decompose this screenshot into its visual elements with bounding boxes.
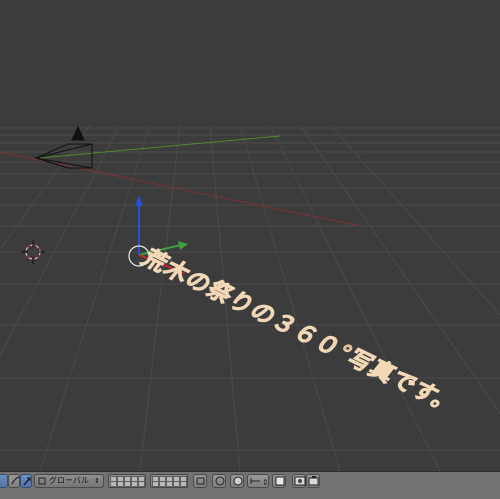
transform-orientation-select[interactable]: グローバル ⇕ <box>34 474 104 488</box>
camera-icon[interactable] <box>306 474 320 488</box>
snap-target-icon[interactable] <box>272 474 286 488</box>
svg-text:⇕: ⇕ <box>262 478 269 487</box>
chevron-updown-icon: ⇕ <box>94 477 100 485</box>
x-axis-line <box>0 151 361 227</box>
select-mode-icon[interactable] <box>8 474 20 488</box>
render-icon[interactable] <box>292 474 306 488</box>
proportional-edit-icon[interactable] <box>212 474 226 488</box>
lock-camera-icon[interactable] <box>193 474 207 488</box>
snap-icon[interactable] <box>230 474 244 488</box>
3d-viewport[interactable]: 荒木の祭りの３６０°写真です。 <box>0 0 500 471</box>
manipulator-icon[interactable] <box>20 474 32 488</box>
layers-second-group[interactable] <box>150 474 188 488</box>
orientation-label: グローバル <box>49 476 89 485</box>
svg-text:荒木の祭りの３６０°写真です。: 荒木の祭りの３６０°写真です。 <box>136 245 464 418</box>
layers-first-group[interactable] <box>108 474 146 488</box>
text-object[interactable]: 荒木の祭りの３６０°写真です。 <box>136 245 465 419</box>
orientation-icon <box>38 477 46 485</box>
view-menu-icon[interactable] <box>0 474 8 488</box>
3d-view-header: グローバル ⇕ ⇕ <box>0 471 500 499</box>
viewport-canvas: 荒木の祭りの３６０°写真です。 <box>0 124 500 471</box>
snap-element-icon[interactable]: ⇕ <box>247 474 269 488</box>
